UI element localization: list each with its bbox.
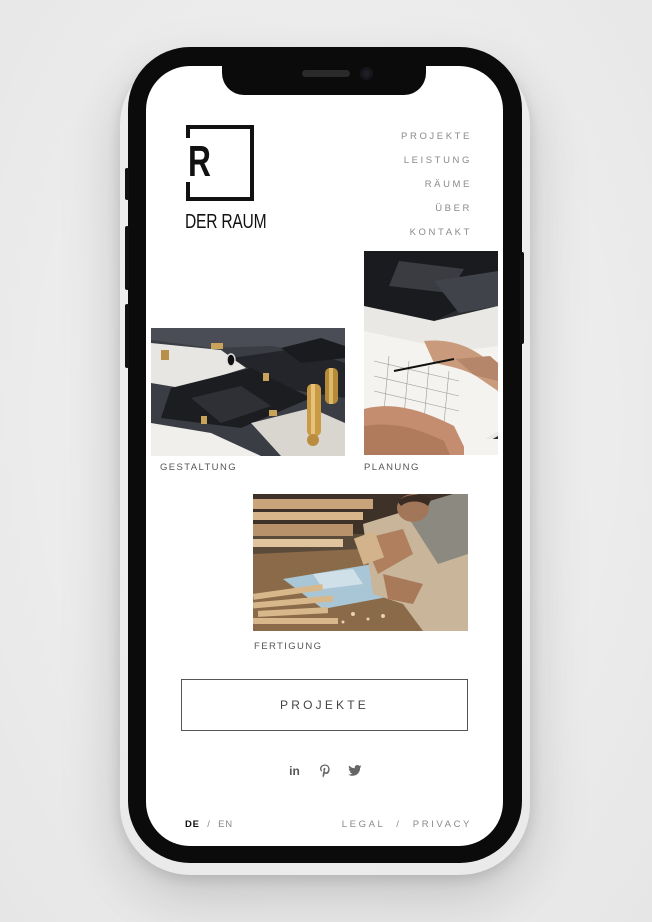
main-nav: PROJEKTE LEISTUNG RÄUME ÜBER KONTAKT [401,125,472,245]
footer-separator: / [396,819,402,830]
volume-down-button [125,304,129,368]
nav-item-projekte[interactable]: PROJEKTE [401,125,472,149]
volume-up-button [125,226,129,290]
mute-switch [125,168,129,200]
logo-text[interactable]: DER RAUM [185,211,267,234]
nav-item-leistung[interactable]: LEISTUNG [401,149,472,173]
tile-image-planung[interactable] [364,251,498,455]
caption-planung[interactable]: PLANUNG [364,462,420,473]
language-switcher: DE / EN [185,819,233,830]
nav-item-ueber[interactable]: ÜBER [401,197,472,221]
social-links: in [146,764,503,778]
pinterest-icon[interactable] [318,764,332,778]
gestaltung-photo [151,328,345,456]
tile-image-gestaltung[interactable] [151,328,345,456]
phone-screen: R DER RAUM PROJEKTE LEISTUNG RÄUME ÜBER … [146,66,503,846]
privacy-link[interactable]: PRIVACY [413,819,472,830]
caption-gestaltung[interactable]: GESTALTUNG [160,462,237,473]
front-camera [360,67,373,80]
legal-link[interactable]: LEGAL [342,819,385,830]
nav-item-raeume[interactable]: RÄUME [401,173,472,197]
lang-separator: / [207,819,211,830]
lang-de[interactable]: DE [185,819,200,830]
phone-notch [222,60,426,95]
caption-fertigung[interactable]: FERTIGUNG [254,641,322,652]
projekte-button[interactable]: PROJEKTE [181,679,468,731]
twitter-icon[interactable] [347,764,362,778]
speaker-grille [302,70,350,77]
tile-image-fertigung[interactable] [253,494,468,631]
planung-photo [364,251,498,455]
linkedin-icon[interactable]: in [288,764,302,778]
nav-item-kontakt[interactable]: KONTAKT [401,221,472,245]
lang-en[interactable]: EN [218,819,233,830]
power-button [520,252,524,344]
fertigung-photo [253,494,468,631]
footer-links: LEGAL / PRIVACY [342,819,472,830]
logo-glyph: R [188,137,211,186]
